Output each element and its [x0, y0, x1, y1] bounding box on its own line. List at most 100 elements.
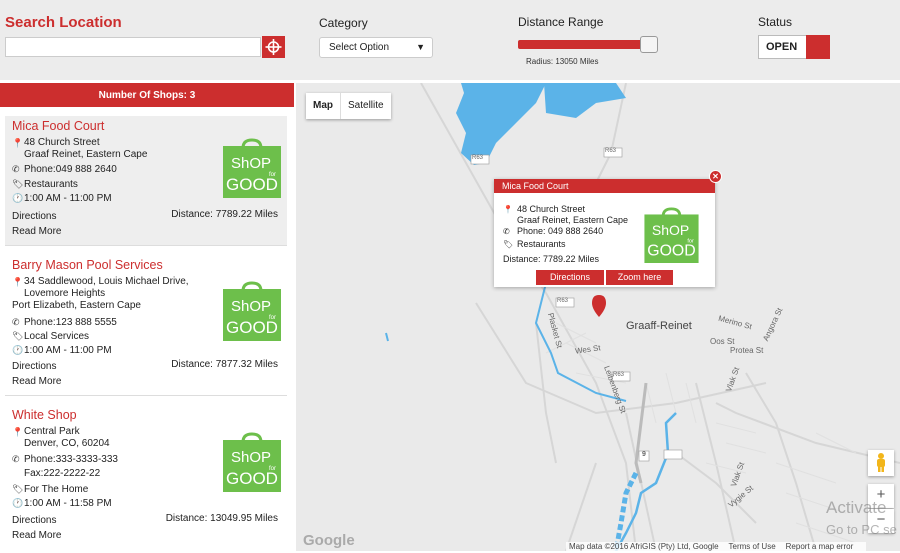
info-directions-button[interactable]: Directions	[536, 270, 604, 285]
tag-icon: 🏷	[12, 331, 24, 341]
attribution-text: Map data ©2016 AfriGIS (Pty) Ltd, Google	[569, 542, 719, 551]
map-type-map-button[interactable]: Map	[306, 93, 340, 119]
report-error-link[interactable]: Report a map error	[786, 542, 854, 551]
info-distance: Distance: 7789.22 Miles	[503, 254, 600, 264]
read-more-link[interactable]: Read More	[12, 376, 61, 388]
shop-phone: ✆ Phone:123 888 5555	[12, 316, 117, 329]
clock-icon: 🕐	[12, 345, 24, 355]
phone-icon: ✆	[12, 317, 20, 327]
directions-link[interactable]: Directions	[12, 361, 56, 373]
street-label: Protea St	[730, 346, 764, 355]
shop-logo: ShOP GOOD for	[223, 432, 281, 492]
map-pin-icon: 📍	[503, 205, 513, 214]
map-canvas[interactable]: R63 R63 R63 R63 9	[296, 83, 900, 551]
logo-top-text: ShOP	[652, 222, 689, 238]
shop-card[interactable]: White Shop 📍Central Park Denver, CO, 6020…	[5, 405, 287, 551]
category-text: For The Home	[24, 484, 89, 495]
map-type-satellite-button[interactable]: Satellite	[340, 93, 391, 119]
directions-link[interactable]: Directions	[12, 211, 56, 223]
locate-button[interactable]	[262, 36, 285, 58]
shop-distance: Distance: 13049.95 Miles	[165, 513, 278, 524]
shop-address: 📍34 Saddlewood, Louis Michael Drive, Love…	[12, 276, 189, 300]
address-line: Central Park	[24, 426, 80, 437]
shop-phone: ✆ Phone:333-3333-333	[12, 453, 118, 466]
shop-address: 📍Central Park Denver, CO, 60204	[12, 426, 110, 450]
shop-distance: Distance: 7877.32 Miles	[171, 359, 278, 370]
search-location-input[interactable]	[5, 37, 261, 57]
map-info-window: Mica Food Court 📍 48 Church Street Graaf …	[494, 179, 715, 287]
shop-name[interactable]: Barry Mason Pool Services	[12, 258, 163, 272]
map-attribution: Map data ©2016 AfriGIS (Pty) Ltd, Google…	[566, 542, 867, 553]
search-title: Search Location	[5, 14, 122, 31]
shop-card[interactable]: Barry Mason Pool Services 📍34 Saddlewood…	[5, 255, 287, 396]
street-label: Oos St	[710, 337, 735, 346]
phone-icon: ✆	[12, 164, 20, 174]
shop-card[interactable]: Mica Food Court 📍48 Church Street Graaf R…	[5, 116, 287, 246]
tag-icon: 🏷	[12, 179, 24, 189]
distance-slider-thumb[interactable]	[640, 36, 659, 53]
read-more-link[interactable]: Read More	[12, 530, 61, 542]
terms-link[interactable]: Terms of Use	[729, 542, 776, 551]
logo-top-text: ShOP	[231, 298, 271, 315]
info-zoom-button[interactable]: Zoom here	[606, 270, 673, 285]
status-label: Status	[758, 15, 793, 29]
hours-text: 1:00 AM - 11:00 PM	[24, 193, 112, 204]
address-line: 48 Church Street	[24, 137, 100, 148]
map-pin-icon: 📍	[12, 138, 24, 148]
activation-watermark-sub: Go to PC se	[826, 522, 897, 537]
address-line: Denver, CO, 60204	[24, 438, 110, 449]
status-toggle-switch[interactable]	[806, 35, 830, 59]
hours-text: 1:00 AM - 11:58 PM	[24, 498, 112, 509]
shop-distance: Distance: 7789.22 Miles	[171, 209, 278, 220]
pegman-icon[interactable]	[868, 450, 894, 476]
map-pin-icon: 📍	[12, 427, 24, 437]
map-drawing	[385, 83, 900, 551]
town-label: Graaff-Reinet	[626, 320, 692, 332]
address-line: Graaf Reinet, Eastern Cape	[24, 149, 148, 160]
shop-name[interactable]: White Shop	[12, 408, 77, 422]
info-address-line: Graaf Reinet, Eastern Cape	[517, 215, 629, 225]
logo-side-text: for	[269, 315, 276, 321]
shop-category: 🏷Local Services	[12, 330, 89, 343]
read-more-link[interactable]: Read More	[12, 226, 61, 238]
shop-hours: 🕐1:00 AM - 11:58 PM	[12, 497, 112, 510]
info-window-title: Mica Food Court	[494, 179, 715, 193]
shop-name[interactable]: Mica Food Court	[12, 119, 104, 133]
category-text: Restaurants	[24, 179, 78, 190]
category-label: Category	[319, 16, 368, 30]
category-selected-value: Select Option	[329, 42, 390, 53]
phone-text: Phone:123 888 5555	[24, 317, 117, 328]
directions-link[interactable]: Directions	[12, 515, 56, 527]
info-category-text: Restaurants	[517, 239, 566, 249]
close-icon[interactable]: ✕	[709, 170, 722, 183]
crosshair-icon	[265, 39, 282, 55]
caret-down-icon: ▼	[416, 42, 425, 52]
map-pin-icon: 📍	[12, 277, 24, 287]
map-type-control: Map Satellite	[306, 93, 391, 119]
google-logo: Google	[303, 532, 355, 549]
phone-icon: ✆	[12, 454, 20, 464]
logo-side-text: for	[269, 466, 276, 472]
road-label: R63	[605, 148, 617, 154]
shop-list-panel: Number Of Shops: 3 Mica Food Court 📍48 C…	[0, 83, 294, 551]
shop-count-bar: Number Of Shops: 3	[0, 83, 294, 107]
status-toggle[interactable]: OPEN	[758, 35, 830, 59]
category-text: Local Services	[24, 331, 90, 342]
shop-category: 🏷Restaurants	[12, 178, 78, 191]
activation-watermark: Activate	[826, 498, 887, 517]
shop-logo: ShOP GOOD for	[223, 281, 281, 341]
distance-slider-track[interactable]	[518, 40, 656, 49]
clock-icon: 🕐	[12, 498, 24, 508]
shop-category: 🏷For The Home	[12, 483, 88, 496]
radius-text: Radius: 13050 Miles	[526, 57, 599, 66]
marker-icon[interactable]	[592, 295, 606, 317]
shop-logo: ShOP GOOD for	[644, 207, 699, 263]
road-label: R63	[472, 155, 484, 161]
category-select[interactable]: Select Option ▼	[319, 37, 433, 58]
shop-hours: 🕐1:00 AM - 11:00 PM	[12, 344, 112, 357]
logo-bottom-text: GOOD	[647, 243, 695, 260]
info-category: 🏷 Restaurants	[503, 239, 566, 250]
shop-logo: ShOP GOOD for	[223, 138, 281, 198]
logo-top-text: ShOP	[231, 449, 271, 466]
clock-icon: 🕐	[12, 193, 24, 203]
